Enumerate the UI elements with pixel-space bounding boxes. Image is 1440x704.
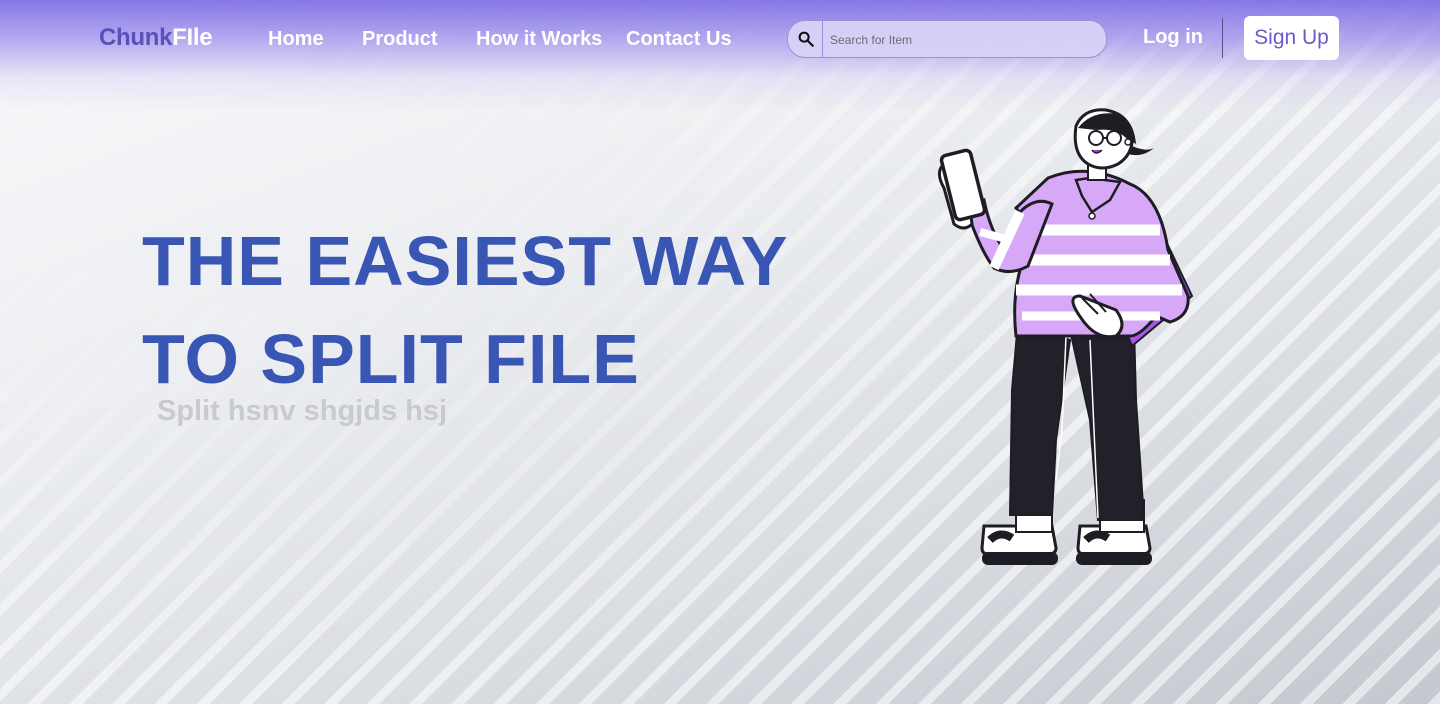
brand-logo-part2: FIle	[172, 24, 213, 51]
login-link[interactable]: Log in	[1143, 26, 1203, 49]
top-navbar: ChunkFIle Home Product How it Works Cont…	[0, 0, 1440, 80]
hero-subtitle: Split hsnv shgjds hsj	[157, 395, 448, 427]
nav-link-home[interactable]: Home	[268, 28, 324, 51]
search-button[interactable]	[788, 21, 823, 57]
search-icon	[798, 31, 814, 47]
woman-holding-phone-illustration	[937, 108, 1194, 565]
nav-link-how-it-works[interactable]: How it Works	[476, 28, 602, 51]
brand-logo[interactable]: ChunkFIle	[99, 24, 213, 52]
hero-title-line1: THE EASIEST WAY	[142, 222, 789, 300]
phone-icon	[939, 148, 987, 222]
nav-link-contact-us[interactable]: Contact Us	[626, 28, 732, 51]
signup-button[interactable]: Sign Up	[1244, 16, 1339, 60]
hero-title-line2: TO SPLIT FILE	[142, 320, 640, 398]
brand-logo-part1: Chunk	[99, 24, 173, 51]
search-input[interactable]	[828, 29, 1092, 51]
search-bar	[787, 20, 1107, 58]
nav-link-product[interactable]: Product	[362, 28, 438, 51]
nav-divider	[1222, 18, 1223, 58]
